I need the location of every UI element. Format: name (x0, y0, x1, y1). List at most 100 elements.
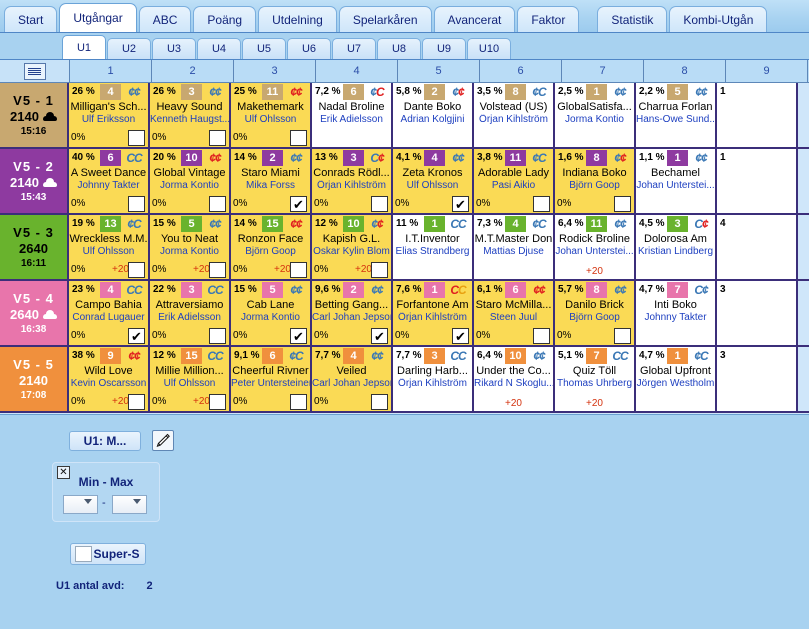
horse-cell[interactable]: 14 % 2 ¢¢ Staro Miami Mika Forss 0% ✔ (231, 149, 312, 213)
subtab-u7[interactable]: U7 (332, 38, 376, 59)
tab-utg-ngar[interactable]: Utgångar (59, 3, 137, 32)
min-select[interactable] (63, 495, 98, 514)
subtab-u3[interactable]: U3 (152, 38, 196, 59)
subtab-u2[interactable]: U2 (107, 38, 151, 59)
horse-cell[interactable]: 7,7 % 4 ¢¢ Veiled Carl Johan Jepson 0% (312, 347, 393, 411)
tab-start[interactable]: Start (4, 6, 58, 32)
race-label-V5-3[interactable]: V5 - 3 2640 16:11 (0, 215, 69, 279)
horse-cell[interactable]: 12 % 10 ¢¢ Kapish G.L. Oskar Kylin Blom 0% +20 (312, 215, 393, 279)
select-horse-checkbox[interactable] (209, 130, 226, 146)
horse-cell[interactable]: 25 % 11 ¢¢ Makethemark Ulf Ohlsson 0% (231, 83, 312, 147)
horse-cell[interactable]: 13 % 3 C¢ Conrads Rödl... Örjan Kihlström 0% (312, 149, 393, 213)
horse-cell[interactable]: 38 % 9 ¢¢ Wild Love Kevin Oscarsson 0% +20 (69, 347, 150, 411)
select-horse-checkbox[interactable] (209, 328, 226, 344)
column-header-7[interactable]: 7 (562, 60, 644, 82)
horse-cell[interactable]: 4,1 % 4 ¢¢ Zeta Kronos Ulf Ohlsson 0% ✔ (393, 149, 474, 213)
horse-cell[interactable]: 15 % 5 ¢¢ You to Neat Jorma Kontio 0% +20 (150, 215, 231, 279)
horse-cell[interactable]: 9,6 % 2 ¢¢ Betting Gang... Carl Johan Jepson… (312, 281, 393, 345)
column-header-5[interactable]: 5 (398, 60, 480, 82)
tab-spelark-ren[interactable]: Spelarkåren (338, 6, 432, 32)
horse-cell[interactable]: 1,6 % 8 ¢¢ Indiana Boko Björn Goop 0% (555, 149, 636, 213)
column-header-2[interactable]: 2 (152, 60, 234, 82)
super-s-button[interactable]: Super-S (70, 543, 146, 565)
race-label-V5-1[interactable]: V5 - 1 2140 15:16 (0, 83, 69, 147)
horse-cell[interactable]: 3,8 % 11 ¢C Adorable Lady Pasi Aikio 0% (474, 149, 555, 213)
tab-kombi-utg-n[interactable]: Kombi-Utgån (669, 6, 768, 32)
u1-selection-button[interactable]: U1: M... (69, 431, 141, 451)
horse-cell[interactable]: 4,5 % 3 C¢ Dolorosa Am Kristian Lindberg (636, 215, 717, 279)
horse-cell[interactable]: 19 % 13 ¢C Wreckless M.M. Ulf Ohlsson 0% +20 (69, 215, 150, 279)
hamburger-menu-icon[interactable] (23, 62, 46, 80)
select-horse-checkbox[interactable] (371, 196, 388, 212)
subtab-u6[interactable]: U6 (287, 38, 331, 59)
horse-cell[interactable]: 6,1 % 6 ¢¢ Staro McMilla... Steen Juul 0% (474, 281, 555, 345)
max-select[interactable] (112, 495, 147, 514)
horse-cell[interactable]: 15 % 5 ¢¢ Cab Lane Jorma Kontio 0% ✔ (231, 281, 312, 345)
tab-statistik[interactable]: Statistik (597, 6, 668, 32)
horse-cell[interactable]: 11 % 1 CC I.T.Inventor Elias Strandberg (393, 215, 474, 279)
select-horse-checkbox[interactable]: ✔ (371, 328, 388, 344)
select-horse-checkbox[interactable]: ✔ (128, 328, 145, 344)
select-horse-checkbox[interactable] (128, 394, 145, 410)
select-horse-checkbox[interactable] (533, 328, 550, 344)
horse-cell[interactable]: 26 % 4 ¢¢ Milligan's Sch... Ulf Eriksson 0% (69, 83, 150, 147)
column-header-8[interactable]: 8 (644, 60, 726, 82)
select-horse-checkbox[interactable] (128, 262, 145, 278)
race-label-V5-5[interactable]: V5 - 5 2140 17:08 (0, 347, 69, 411)
horse-cell[interactable]: 6,4 % 11 ¢¢ Rodick Broline Johan Unterstei..… (555, 215, 636, 279)
race-label-V5-2[interactable]: V5 - 2 2140 15:43 (0, 149, 69, 213)
select-horse-checkbox[interactable] (209, 196, 226, 212)
select-horse-checkbox[interactable]: ✔ (290, 328, 307, 344)
horse-cell[interactable]: 22 % 3 CC Attraversiamo Erik Adielsson 0% (150, 281, 231, 345)
column-header-3[interactable]: 3 (234, 60, 316, 82)
horse-cell[interactable]: 12 % 15 CC Millie Million... Ulf Ohlsson 0% +2… (150, 347, 231, 411)
subtab-u9[interactable]: U9 (422, 38, 466, 59)
horse-cell[interactable]: 7,7 % 3 CC Darling Harb... Örjan Kihlström (393, 347, 474, 411)
select-horse-checkbox[interactable] (614, 196, 631, 212)
select-horse-checkbox[interactable] (290, 262, 307, 278)
subtab-u5[interactable]: U5 (242, 38, 286, 59)
select-horse-checkbox[interactable] (614, 328, 631, 344)
horse-cell[interactable]: 4,7 % 7 C¢ Inti Boko Johnny Takter (636, 281, 717, 345)
horse-cell[interactable]: 26 % 3 ¢¢ Heavy Sound Kenneth Haugst... 0% (150, 83, 231, 147)
subtab-u1[interactable]: U1 (62, 35, 106, 59)
race-label-V5-4[interactable]: V5 - 4 2640 16:38 (0, 281, 69, 345)
horse-cell[interactable]: 14 % 15 ¢¢ Ronzon Face Björn Goop 0% +20 (231, 215, 312, 279)
horse-cell[interactable]: 1 (717, 149, 798, 213)
horse-cell[interactable]: 2,2 % 5 ¢¢ Charrua Forlan Hans-Owe Sund... (636, 83, 717, 147)
select-horse-checkbox[interactable]: ✔ (290, 196, 307, 212)
select-horse-checkbox[interactable] (371, 262, 388, 278)
horse-cell[interactable]: 5,7 % 8 ¢¢ Danilo Brick Björn Goop 0% (555, 281, 636, 345)
subtab-u4[interactable]: U4 (197, 38, 241, 59)
select-horse-checkbox[interactable] (209, 394, 226, 410)
tab-po-ng[interactable]: Poäng (193, 6, 257, 32)
select-horse-checkbox[interactable]: ✔ (452, 196, 469, 212)
horse-cell[interactable]: 1,1 % 1 ¢¢ Bechamel Johan Unterstei... (636, 149, 717, 213)
select-horse-checkbox[interactable] (290, 394, 307, 410)
horse-cell[interactable]: 3,5 % 8 ¢C Volstead (US) Örjan Kihlström (474, 83, 555, 147)
select-horse-checkbox[interactable] (209, 262, 226, 278)
horse-cell[interactable]: 7,6 % 1 CC Forfantone Am Örjan Kihlström 0% ✔ (393, 281, 474, 345)
select-horse-checkbox[interactable] (128, 130, 145, 146)
horse-cell[interactable]: 4,7 % 1 ¢C Global Upfront Jörgen Westholm (636, 347, 717, 411)
horse-cell[interactable]: 3 (717, 347, 798, 411)
tab-abc[interactable]: ABC (138, 6, 192, 32)
horse-cell[interactable]: 1 (717, 83, 798, 147)
pencil-icon[interactable] (152, 430, 174, 451)
tab-faktor[interactable]: Faktor (517, 6, 580, 32)
horse-cell[interactable]: 20 % 10 ¢¢ Global Vintage Jorma Kontio 0% (150, 149, 231, 213)
subtab-u8[interactable]: U8 (377, 38, 421, 59)
horse-cell[interactable]: 9,1 % 6 ¢C Cheerful Rivner Peter Untersteine… (231, 347, 312, 411)
column-header-1[interactable]: 1 (70, 60, 152, 82)
tab-utdelning[interactable]: Utdelning (258, 6, 337, 32)
horse-cell[interactable]: 6,4 % 10 ¢¢ Under the Co... Rikard N Skoglu.… (474, 347, 555, 411)
column-header-4[interactable]: 4 (316, 60, 398, 82)
column-header-9[interactable]: 9 (726, 60, 808, 82)
horse-cell[interactable]: 23 % 4 CC Campo Bahia Conrad Lugauer 0% ✔ (69, 281, 150, 345)
select-horse-checkbox[interactable] (533, 196, 550, 212)
horse-cell[interactable]: 7,2 % 6 ¢C Nadal Broline Erik Adielsson (312, 83, 393, 147)
horse-cell[interactable]: 2,5 % 1 ¢¢ GlobalSatisfa... Jorma Kontio (555, 83, 636, 147)
horse-cell[interactable]: 7,3 % 4 ¢C M.T.Master Don Mattias Djuse (474, 215, 555, 279)
tab-avancerat[interactable]: Avancerat (433, 6, 516, 32)
subtab-u10[interactable]: U10 (467, 38, 511, 59)
